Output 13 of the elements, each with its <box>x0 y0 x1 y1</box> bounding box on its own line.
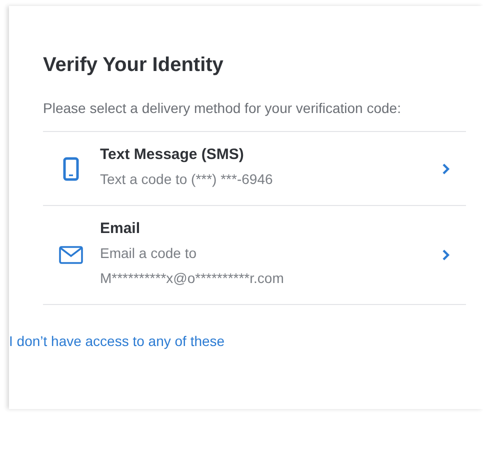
chevron-right-icon <box>442 249 450 261</box>
instruction-text: Please select a delivery method for your verification code: <box>43 99 402 118</box>
method-detail: Email a code to M**********x@o**********r.com <box>100 244 285 288</box>
delivery-method-option[interactable]: Email Email a code to M**********x@o**********r.com <box>43 206 466 305</box>
chevron-right-icon <box>442 162 450 174</box>
method-title: Email <box>100 219 142 239</box>
envelope-icon <box>59 246 83 264</box>
method-detail: Text a code to (***) ***-6946 <box>100 170 274 189</box>
phone-icon <box>63 156 79 180</box>
delivery-method-option[interactable]: Text Message (SMS) Text a code to (***) ***-6946 <box>43 132 466 206</box>
no-access-link[interactable]: I don’t have access to any of these <box>9 331 225 351</box>
page-title: Verify Your Identity <box>43 53 224 77</box>
method-title: Text Message (SMS) <box>100 145 245 165</box>
